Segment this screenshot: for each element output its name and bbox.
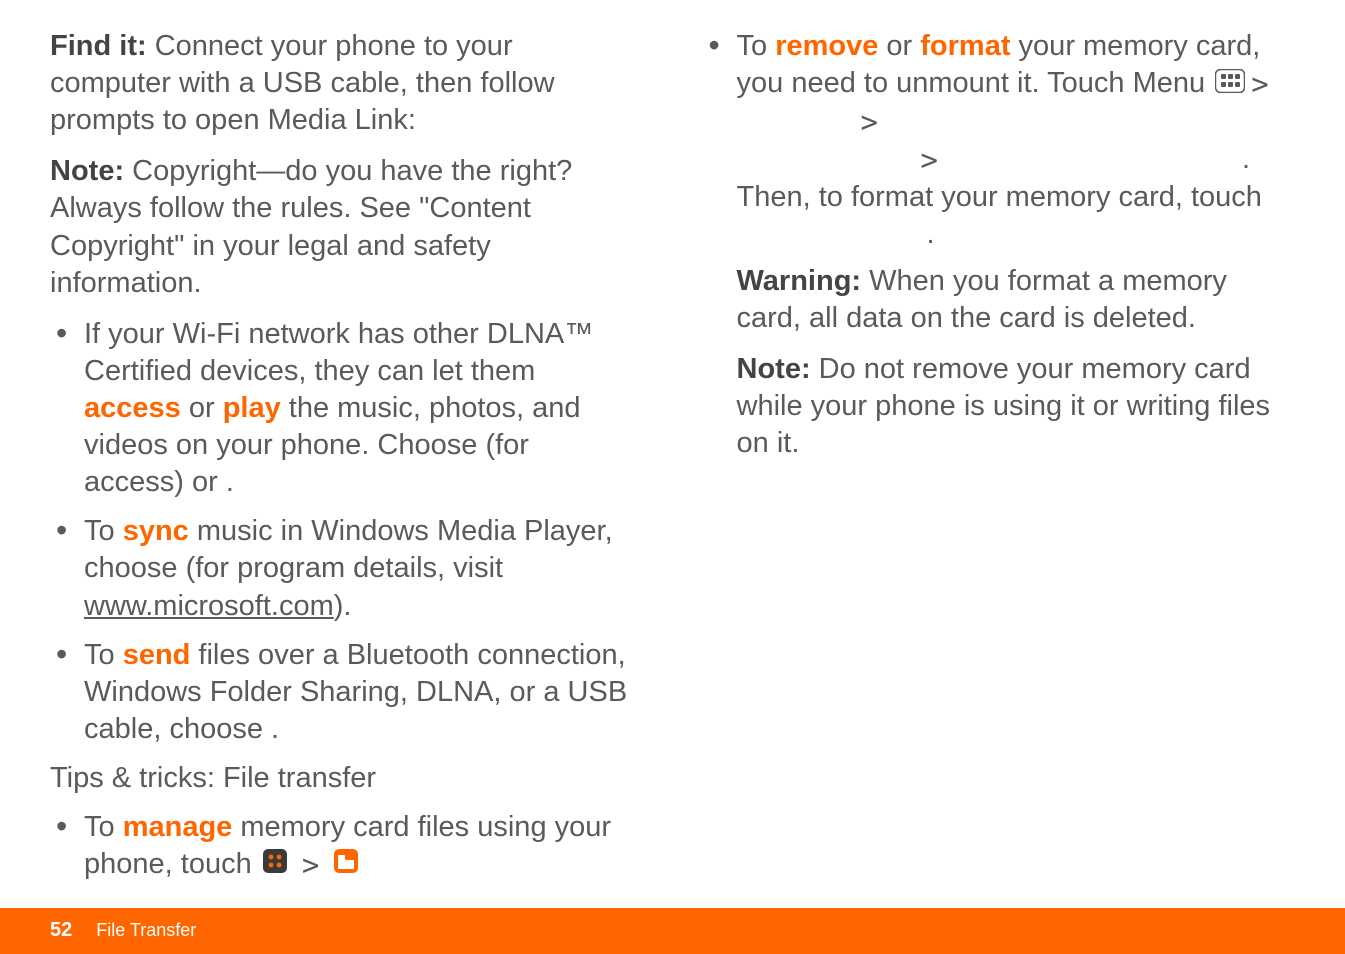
page: Find it: Connect your phone to your comp… bbox=[0, 0, 1345, 954]
content-columns: Find it: Connect your phone to your comp… bbox=[0, 0, 1345, 896]
bullet-send: To send files over a Bluetooth connectio… bbox=[50, 637, 633, 748]
apps-icon bbox=[262, 847, 288, 884]
right-column: To remove or format your memory card, yo… bbox=[703, 28, 1286, 896]
bullet-sync-c: (for program details, visit bbox=[186, 552, 504, 584]
bullet-rf-a: To bbox=[737, 30, 776, 62]
bullet-send-a: To bbox=[84, 639, 123, 671]
bullet-rf-arrow1: > bbox=[1251, 66, 1268, 103]
bullet-sync-kw: sync bbox=[123, 515, 189, 547]
bullet-rf-b: or bbox=[878, 30, 920, 62]
bullet-sync-d: ). bbox=[334, 590, 352, 622]
bullet-dlna-b: or bbox=[181, 392, 223, 424]
find-it-label: Find it: bbox=[50, 30, 147, 62]
warning-paragraph: Warning: When you format a memory card, … bbox=[737, 263, 1286, 337]
right-bullets: To remove or format your memory card, yo… bbox=[703, 28, 1286, 463]
bullet-dlna-a: If your Wi-Fi network has other DLNA™ Ce… bbox=[84, 318, 593, 387]
bullet-rf-arrow2: > bbox=[861, 104, 878, 141]
note1-text: Copyright—do you have the right? Always … bbox=[50, 155, 572, 298]
warning-label: Warning: bbox=[737, 265, 862, 297]
bullet-remove-format: To remove or format your memory card, yo… bbox=[703, 28, 1286, 463]
bullet-sync-a: To bbox=[84, 515, 123, 547]
bullet-manage-kw: manage bbox=[123, 811, 233, 843]
bullet-sync-link[interactable]: www.microsoft.com bbox=[84, 590, 334, 622]
bullet-rf-dot: . bbox=[1242, 143, 1250, 175]
note2-label: Note: bbox=[737, 353, 811, 385]
left-column: Find it: Connect your phone to your comp… bbox=[50, 28, 633, 896]
bullet-sync: To sync music in Windows Media Player, c… bbox=[50, 513, 633, 624]
left-bullets-1: If your Wi-Fi network has other DLNA™ Ce… bbox=[50, 316, 633, 748]
bullet-dlna-play: play bbox=[223, 392, 281, 424]
bullet-rf-e: . bbox=[927, 218, 935, 250]
bullet-manage-a: To bbox=[84, 811, 123, 843]
note1-paragraph: Note: Copyright—do you have the right? A… bbox=[50, 153, 633, 301]
find-it-paragraph: Find it: Connect your phone to your comp… bbox=[50, 28, 633, 139]
note2-paragraph: Note: Do not remove your memory card whi… bbox=[737, 351, 1286, 462]
files-icon bbox=[333, 847, 359, 884]
bullet-send-kw: send bbox=[123, 639, 191, 671]
footer-bar: 52 File Transfer bbox=[0, 908, 1345, 954]
bullet-manage-arrow: > bbox=[302, 847, 319, 884]
bullet-rf-remove: remove bbox=[775, 30, 878, 62]
bullet-rf-format: format bbox=[920, 30, 1010, 62]
bullet-dlna-access: access bbox=[84, 392, 181, 424]
bullet-rf-arrow3: > bbox=[921, 142, 938, 179]
note2-text: Do not remove your memory card while you… bbox=[737, 353, 1271, 459]
bullet-dlna-e: . bbox=[226, 466, 234, 498]
menu-icon bbox=[1215, 66, 1245, 103]
page-number: 52 bbox=[50, 918, 72, 944]
footer-section: File Transfer bbox=[96, 919, 196, 942]
bullet-rf-d: Then, to format your memory card, touch bbox=[737, 181, 1262, 213]
bullet-manage: To manage memory card files using your p… bbox=[50, 809, 633, 884]
bullet-dlna: If your Wi-Fi network has other DLNA™ Ce… bbox=[50, 316, 633, 502]
tips-heading: Tips & tricks: File transfer bbox=[50, 760, 633, 797]
note1-label: Note: bbox=[50, 155, 124, 187]
bullet-send-c: . bbox=[271, 713, 279, 745]
left-bullets-2: To manage memory card files using your p… bbox=[50, 809, 633, 884]
